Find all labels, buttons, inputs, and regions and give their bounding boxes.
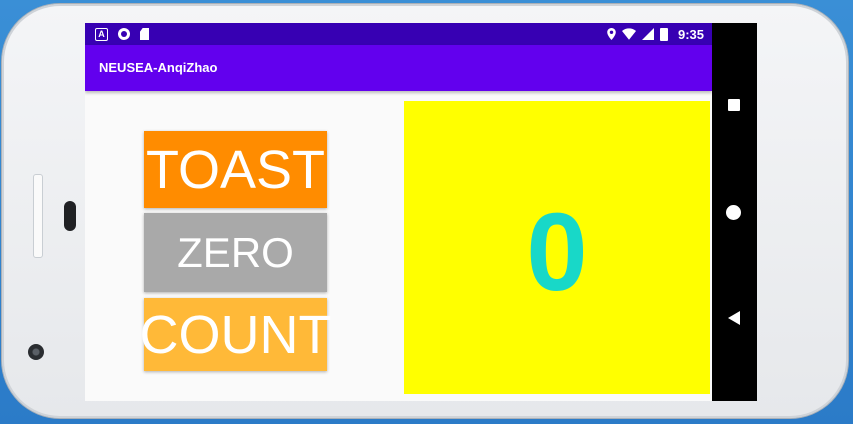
sd-card-icon <box>140 28 149 40</box>
count-button[interactable]: COUNT <box>140 298 332 371</box>
status-bar-notifications: A <box>95 27 149 41</box>
counter-display: 0 <box>404 101 710 394</box>
app-title: NEUSEA-AnqiZhao <box>99 60 218 75</box>
counter-value: 0 <box>526 191 588 314</box>
status-time: 9:35 <box>677 26 704 42</box>
toast-button[interactable]: TOAST <box>144 131 327 208</box>
navigation-bar <box>712 23 757 401</box>
recents-icon[interactable] <box>728 99 740 111</box>
camera-icon <box>28 344 44 360</box>
battery-icon <box>659 27 668 41</box>
location-icon <box>607 28 616 40</box>
status-bar: A 9:35 <box>85 23 712 45</box>
back-icon[interactable] <box>728 311 740 325</box>
side-button <box>33 174 43 258</box>
home-icon[interactable] <box>726 205 741 220</box>
signal-icon <box>641 28 654 40</box>
zero-button[interactable]: ZERO <box>144 213 327 292</box>
device-screen: A 9:35 NEUSEA-AnqiZhao TOAST ZERO COUNT … <box>85 23 757 401</box>
status-bar-system: 9:35 <box>607 27 704 42</box>
wifi-icon <box>621 28 636 40</box>
app-bar: NEUSEA-AnqiZhao <box>85 45 712 91</box>
speaker <box>64 201 76 231</box>
record-circle-icon <box>118 28 130 40</box>
notification-a-icon: A <box>95 27 108 41</box>
